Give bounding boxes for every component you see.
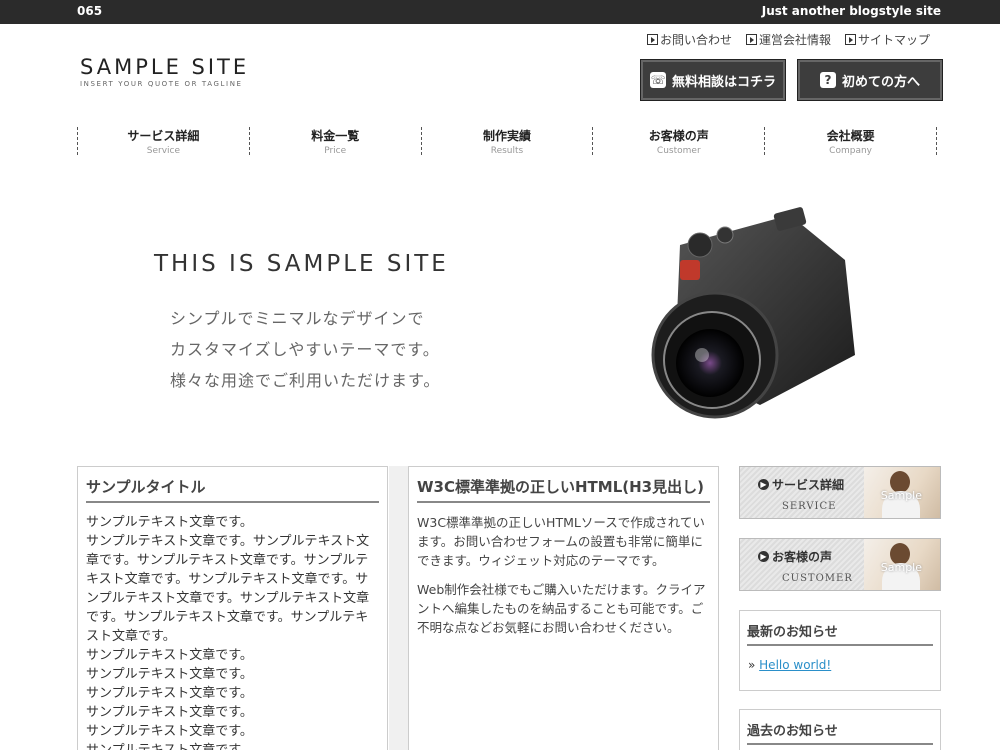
hero-description: シンプルでミニマルなデザインで カスタマイズしやすいテーマです。 様々な用途でご… <box>170 303 440 396</box>
hero-line: 様々な用途でご利用いただけます。 <box>170 371 441 390</box>
column-paragraph: Web制作会社様でもご購入いただけます。クライアントへ編集したものを納品すること… <box>417 582 706 635</box>
column-body: サンプルテキスト文章です。 サンプルテキスト文章です。サンプルテキスト文章です。… <box>86 515 370 750</box>
nav-item-service[interactable]: サービス詳細 Service <box>77 127 249 156</box>
column-title: サンプルタイトル <box>86 476 379 503</box>
phone-icon: ☏ <box>649 72 666 88</box>
past-news-widget: 過去のお知らせ <box>739 709 941 750</box>
play-square-icon <box>745 34 757 45</box>
play-square-icon <box>844 34 856 45</box>
site-tagline: INSERT YOUR QUOTE OR TAGLINE <box>80 80 243 88</box>
contact-link[interactable]: お問い合わせ <box>646 31 732 48</box>
question-icon: ? <box>819 72 836 88</box>
customer-banner[interactable]: Sample ▶ お客様の声 CUSTOMER <box>739 538 941 591</box>
column-title: W3C標準準拠の正しいHTML(H3見出し) <box>417 476 710 503</box>
widget-title: 過去のお知らせ <box>747 720 933 745</box>
site-name: SAMPLE SITE <box>80 55 250 79</box>
nav-item-price[interactable]: 料金一覧 Price <box>248 127 421 156</box>
sample-watermark: Sample <box>880 561 922 574</box>
first-visit-button[interactable]: ? 初めての方へ <box>797 59 943 101</box>
nav-item-results[interactable]: 制作実績 Results <box>420 127 593 156</box>
top-bar: 065 Just another blogstyle site <box>0 0 1000 24</box>
nav-item-company[interactable]: 会社概要 Company <box>764 127 937 156</box>
news-link[interactable]: Hello world! <box>759 658 831 672</box>
nav-item-customer[interactable]: お客様の声 Customer <box>592 127 764 156</box>
site-number: 065 <box>77 4 103 18</box>
column-paragraph: W3C標準準拠の正しいHTMLソースで作成されています。お問い合わせフォームの設… <box>417 515 705 568</box>
sample-column: サンプルタイトル サンプルテキスト文章です。 サンプルテキスト文章です。サンプル… <box>77 466 388 750</box>
camera-image <box>651 207 855 419</box>
hero-line: カスタマイズしやすいテーマです。 <box>170 340 440 359</box>
widget-title: 最新のお知らせ <box>747 621 933 646</box>
sitemap-link[interactable]: サイトマップ <box>844 31 930 48</box>
main-nav: サービス詳細 Service 料金一覧 Price 制作実績 Results お客様の… <box>77 127 937 156</box>
news-item: » Hello world! <box>748 658 832 672</box>
hero-title: THIS IS SAMPLE SITE <box>154 251 449 277</box>
site-description: Just another blogstyle site <box>761 4 941 18</box>
sample-watermark: Sample <box>880 489 922 502</box>
utility-links: お問い合わせ 運営会社情報 サイトマップ <box>646 31 930 48</box>
latest-news-widget: 最新のお知らせ » Hello world! <box>739 610 941 691</box>
arrow-right-icon: ▶ <box>758 551 769 562</box>
column-gap <box>389 466 408 750</box>
play-square-icon <box>646 34 658 45</box>
hero-line: シンプルでミニマルなデザインで <box>170 309 425 328</box>
company-info-link[interactable]: 運営会社情報 <box>745 31 831 48</box>
site-logo[interactable]: SAMPLE SITE INSERT YOUR QUOTE OR TAGLINE <box>80 55 249 88</box>
arrow-right-icon: ▶ <box>758 479 769 490</box>
free-consultation-button[interactable]: ☏ 無料相談はコチラ <box>640 59 786 101</box>
w3c-column: W3C標準準拠の正しいHTML(H3見出し) W3C標準準拠の正しいHTMLソー… <box>408 466 719 750</box>
service-banner[interactable]: Sample ▶ サービス詳細 SERVICE <box>739 466 941 519</box>
